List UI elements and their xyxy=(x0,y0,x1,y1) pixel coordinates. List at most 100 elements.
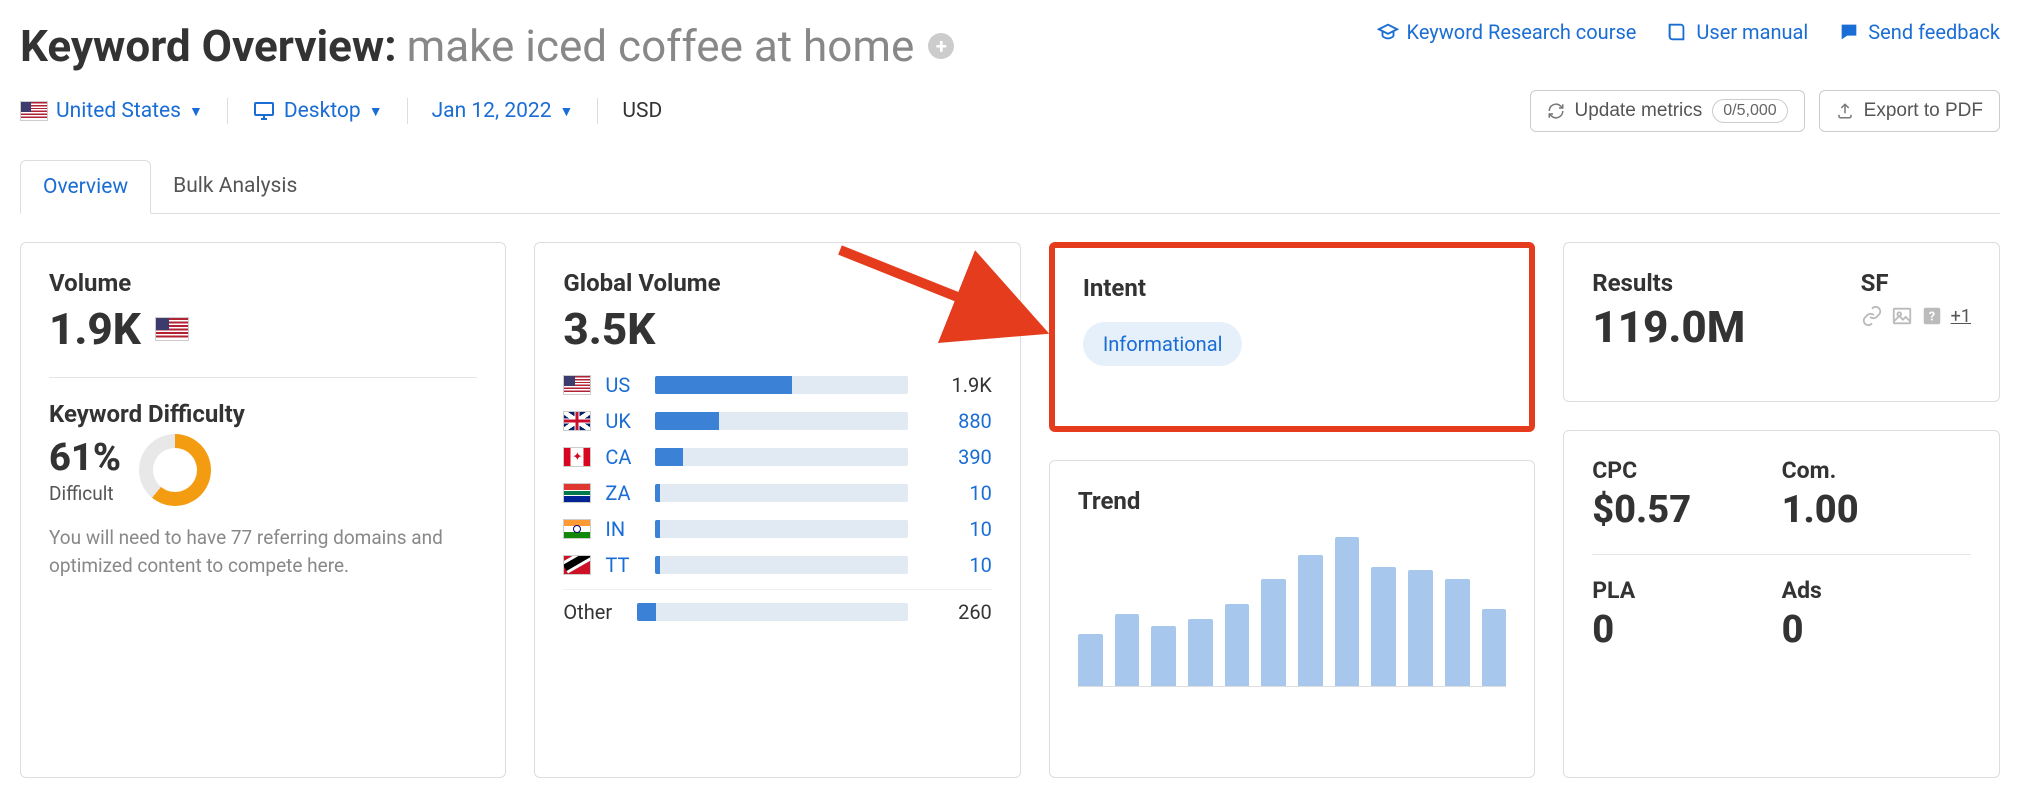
intent-label: Intent xyxy=(1083,274,1501,302)
ads-label: Ads xyxy=(1782,577,1971,604)
device-filter[interactable]: Desktop ▼ xyxy=(252,99,383,123)
divider xyxy=(1592,554,1971,555)
global-volume-card: Global Volume 3.5K US1.9KUK880CA390ZA10I… xyxy=(534,242,1020,778)
flag-icon xyxy=(563,411,591,431)
global-volume-other-row: Other260 xyxy=(563,600,991,624)
pla-value: 0 xyxy=(1592,608,1781,652)
graduation-icon xyxy=(1377,21,1399,43)
global-volume-value: 3.5K xyxy=(563,303,655,355)
link-icon xyxy=(1861,305,1883,327)
user-manual-link[interactable]: User manual xyxy=(1666,20,1808,44)
page-title-block: Keyword Overview: make iced coffee at ho… xyxy=(20,20,954,72)
chevron-down-icon: ▼ xyxy=(189,103,203,120)
export-icon xyxy=(1836,102,1854,120)
country-filter[interactable]: United States ▼ xyxy=(20,99,203,123)
flag-icon xyxy=(563,519,591,539)
separator xyxy=(597,98,598,124)
country-code: TT xyxy=(605,553,641,577)
tabs: Overview Bulk Analysis xyxy=(20,160,2000,214)
trend-bar-chart xyxy=(1078,537,1506,687)
metrics-card: CPC $0.57 Com. 1.00 PLA 0 Ads 0 xyxy=(1563,430,2000,778)
divider xyxy=(49,377,477,378)
volume-bar xyxy=(637,603,907,621)
country-code: UK xyxy=(605,409,641,433)
country-code: ZA xyxy=(605,481,641,505)
chat-icon xyxy=(1838,21,1860,43)
ads-value: 0 xyxy=(1782,608,1971,652)
flag-icon xyxy=(563,375,591,395)
trend-bar xyxy=(1261,579,1286,686)
flag-icon xyxy=(563,555,591,575)
global-volume-row[interactable]: US1.9K xyxy=(563,373,991,397)
us-flag-icon xyxy=(20,101,48,121)
volume-label: Volume xyxy=(49,269,477,297)
results-label: Results xyxy=(1592,269,1745,297)
country-code: IN xyxy=(605,517,641,541)
us-flag-icon xyxy=(155,317,189,341)
volume-value: 1.9K xyxy=(49,303,141,355)
trend-bar xyxy=(1115,614,1140,686)
book-icon xyxy=(1666,21,1688,43)
country-volume: 390 xyxy=(922,445,992,469)
country-volume: 10 xyxy=(922,517,992,541)
trend-bar xyxy=(1151,626,1176,686)
volume-bar xyxy=(655,412,907,430)
country-volume: 10 xyxy=(922,553,992,577)
flag-icon xyxy=(563,483,591,503)
tab-bulk-analysis[interactable]: Bulk Analysis xyxy=(151,160,319,213)
global-volume-row[interactable]: IN 10 xyxy=(563,517,991,541)
sf-label: SF xyxy=(1861,269,1971,297)
global-volume-row[interactable]: UK880 xyxy=(563,409,991,433)
trend-bar xyxy=(1298,555,1323,686)
intent-card: Intent Informational xyxy=(1049,242,1535,432)
cpc-value: $0.57 xyxy=(1592,488,1781,532)
trend-bar xyxy=(1371,567,1396,686)
volume-bar xyxy=(655,448,907,466)
update-quota-pill: 0/5,000 xyxy=(1712,99,1787,123)
kd-note: You will need to have 77 referring domai… xyxy=(49,524,477,579)
image-icon xyxy=(1891,305,1913,327)
com-value: 1.00 xyxy=(1782,488,1971,532)
keyword-research-course-link[interactable]: Keyword Research course xyxy=(1377,20,1637,44)
volume-bar xyxy=(655,556,907,574)
page-title: Keyword Overview: xyxy=(20,20,397,72)
country-volume: 1.9K xyxy=(922,373,992,397)
add-keyword-icon[interactable]: + xyxy=(928,33,954,59)
com-label: Com. xyxy=(1782,457,1971,484)
tab-overview[interactable]: Overview xyxy=(20,160,151,214)
kd-percent: 61% xyxy=(49,436,121,480)
volume-kd-card: Volume 1.9K Keyword Difficulty 61% Diffi… xyxy=(20,242,506,778)
results-card: Results 119.0M SF ? +1 xyxy=(1563,242,2000,402)
intent-badge[interactable]: Informational xyxy=(1083,322,1243,366)
volume-bar xyxy=(655,520,907,538)
date-filter[interactable]: Jan 12, 2022 ▼ xyxy=(432,99,574,123)
refresh-icon xyxy=(1547,102,1565,120)
send-feedback-link[interactable]: Send feedback xyxy=(1838,20,2000,44)
chevron-down-icon: ▼ xyxy=(560,103,574,120)
trend-bar xyxy=(1225,604,1250,686)
trend-bar xyxy=(1078,634,1103,686)
global-volume-row[interactable]: CA 390 xyxy=(563,445,991,469)
trend-label: Trend xyxy=(1078,487,1506,515)
update-metrics-button[interactable]: Update metrics 0/5,000 xyxy=(1530,90,1805,132)
kd-label: Keyword Difficulty xyxy=(49,400,477,428)
flag-icon xyxy=(563,447,591,467)
kd-donut-chart xyxy=(139,434,211,506)
global-volume-row[interactable]: ZA10 xyxy=(563,481,991,505)
trend-bar xyxy=(1335,537,1360,686)
volume-bar xyxy=(655,484,907,502)
sf-more-link[interactable]: +1 xyxy=(1951,306,1971,327)
results-value: 119.0M xyxy=(1592,301,1745,353)
question-icon: ? xyxy=(1921,305,1943,327)
global-volume-row[interactable]: TT 10 xyxy=(563,553,991,577)
trend-card: Trend xyxy=(1049,460,1535,778)
other-label: Other xyxy=(563,600,623,624)
trend-bar xyxy=(1188,619,1213,686)
svg-text:?: ? xyxy=(1928,310,1934,325)
country-code: CA xyxy=(605,445,641,469)
global-volume-label: Global Volume xyxy=(563,269,991,297)
separator xyxy=(227,98,228,124)
export-pdf-button[interactable]: Export to PDF xyxy=(1819,90,2000,132)
cpc-label: CPC xyxy=(1592,457,1781,484)
desktop-icon xyxy=(252,99,276,123)
